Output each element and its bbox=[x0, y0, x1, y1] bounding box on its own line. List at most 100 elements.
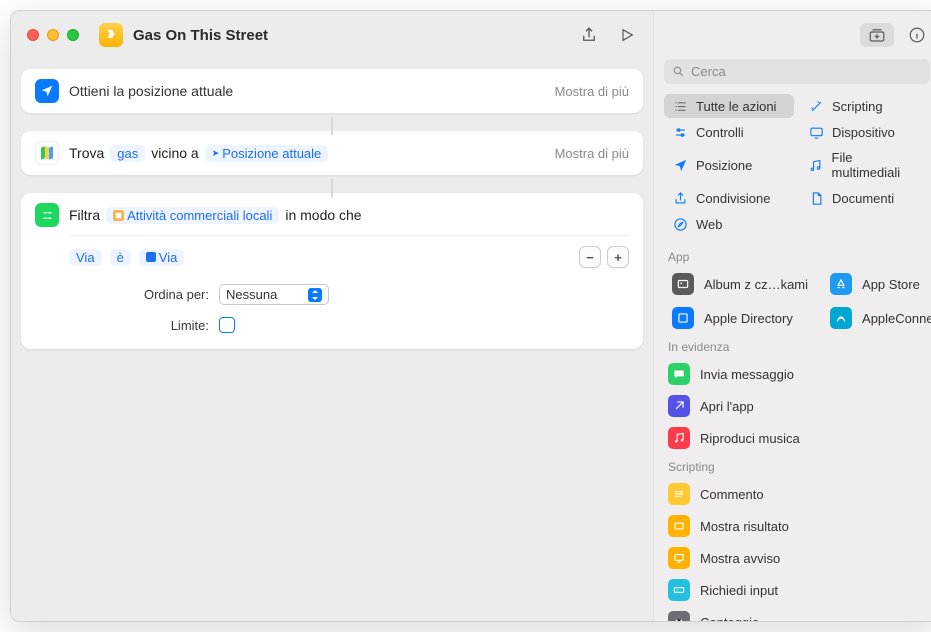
library-item[interactable]: Conteggio bbox=[660, 606, 931, 621]
share-button[interactable] bbox=[579, 25, 599, 45]
item-label: AppleConnect bbox=[862, 311, 931, 326]
location-icon bbox=[672, 157, 688, 173]
music-icon bbox=[808, 157, 824, 173]
filter-subject-token[interactable]: Attività commerciali locali bbox=[106, 207, 279, 224]
search-term-token[interactable]: gas bbox=[110, 145, 145, 162]
action-find-maps[interactable]: Trova gas vicino a Posizione attuale Mos… bbox=[21, 131, 643, 175]
near-label: vicino a bbox=[151, 145, 198, 161]
library-item[interactable]: Riproduci musica bbox=[660, 422, 931, 454]
library-item[interactable]: Richiedi input bbox=[660, 574, 931, 606]
section-header: In evidenza bbox=[654, 334, 931, 358]
doc-icon bbox=[808, 190, 824, 206]
location-arrow-icon bbox=[35, 79, 59, 103]
titlebar: Gas On This Street bbox=[11, 11, 653, 59]
window-title: Gas On This Street bbox=[133, 27, 268, 44]
item-label: Apri l'app bbox=[700, 399, 754, 414]
chevron-updown-icon bbox=[308, 288, 322, 302]
show-more-link[interactable]: Mostra di più bbox=[555, 84, 629, 99]
limit-checkbox[interactable] bbox=[219, 317, 235, 333]
search-field[interactable]: Cerca bbox=[664, 59, 930, 84]
category-label: Condivisione bbox=[696, 191, 770, 206]
item-label: Invia messaggio bbox=[700, 367, 794, 382]
category-dispositivo[interactable]: Dispositivo bbox=[800, 120, 930, 144]
rect2-icon bbox=[668, 547, 690, 569]
workflow-editor[interactable]: Ottieni la posizione attuale Mostra di p… bbox=[11, 59, 653, 621]
list-icon bbox=[672, 98, 688, 114]
category-tutte-le-azioni[interactable]: Tutte le azioni bbox=[664, 94, 794, 118]
library-item[interactable]: Album z cz…kami bbox=[664, 268, 816, 300]
library-item[interactable]: Apri l'app bbox=[660, 390, 931, 422]
category-controlli[interactable]: Controlli bbox=[664, 120, 794, 144]
main-panel: Gas On This Street Ottieni la posizione … bbox=[11, 11, 653, 621]
item-label: Mostra risultato bbox=[700, 519, 789, 534]
library-item[interactable]: App Store bbox=[822, 268, 931, 300]
close-window-button[interactable] bbox=[27, 29, 39, 41]
location-variable-token[interactable]: Posizione attuale bbox=[205, 145, 329, 162]
sort-value: Nessuna bbox=[226, 287, 277, 302]
zoom-window-button[interactable] bbox=[67, 29, 79, 41]
filter-suffix: in modo che bbox=[285, 207, 361, 223]
window-controls bbox=[27, 29, 79, 41]
filter-value-token[interactable]: Via bbox=[139, 249, 185, 266]
category-label: Scripting bbox=[832, 99, 883, 114]
library-item[interactable]: Commento bbox=[660, 478, 931, 510]
item-label: Mostra avviso bbox=[700, 551, 780, 566]
search-placeholder: Cerca bbox=[691, 64, 726, 79]
category-label: File multimediali bbox=[832, 150, 922, 180]
rect-icon bbox=[668, 515, 690, 537]
library-button[interactable] bbox=[860, 23, 894, 47]
category-file-multimediali[interactable]: File multimediali bbox=[800, 146, 930, 184]
remove-condition-button[interactable]: − bbox=[579, 246, 601, 268]
category-grid: Tutte le azioni Scripting ControlliDisposi… bbox=[654, 94, 931, 244]
connector bbox=[331, 117, 333, 135]
sort-row: Ordina per: Nessuna bbox=[69, 278, 629, 311]
app-window: Gas On This Street Ottieni la posizione … bbox=[10, 10, 931, 622]
limit-label: Limite: bbox=[69, 318, 209, 333]
show-more-link[interactable]: Mostra di più bbox=[555, 146, 629, 161]
wand-icon bbox=[808, 98, 824, 114]
action-filter[interactable]: Filtra Attività commerciali locali in mo… bbox=[21, 193, 643, 349]
filter-body: Via è Via − + Ordina per: Nessuna bbox=[35, 227, 629, 339]
item-label: Richiedi input bbox=[700, 583, 778, 598]
info-button[interactable] bbox=[908, 26, 926, 44]
category-posizione[interactable]: Posizione bbox=[664, 146, 794, 184]
appstore-icon bbox=[830, 273, 852, 295]
shortcut-icon bbox=[99, 23, 123, 47]
run-button[interactable] bbox=[617, 25, 637, 45]
action-get-location[interactable]: Ottieni la posizione attuale Mostra di p… bbox=[21, 69, 643, 113]
library-item[interactable]: Apple Directory bbox=[664, 302, 816, 334]
library-sidebar: Cerca Tutte le azioniScriptingControlliD… bbox=[653, 11, 931, 621]
safari-icon bbox=[672, 216, 688, 232]
sort-label: Ordina per: bbox=[69, 287, 209, 302]
library-sections: AppAlbum z cz…kamiApp StoreApple Directo… bbox=[654, 244, 931, 621]
filter-op-token[interactable]: è bbox=[110, 249, 131, 266]
filter-condition-row: Via è Via − + bbox=[69, 235, 629, 278]
maps-icon bbox=[35, 141, 59, 165]
connector bbox=[331, 179, 333, 197]
item-label: Album z cz…kami bbox=[704, 277, 808, 292]
sidebar-toolbar bbox=[654, 11, 931, 59]
find-prefix: Trova bbox=[69, 145, 104, 161]
library-item[interactable]: Invia messaggio bbox=[660, 358, 931, 390]
category-label: Documenti bbox=[832, 191, 894, 206]
sort-select[interactable]: Nessuna bbox=[219, 284, 329, 305]
filter-field-token[interactable]: Via bbox=[69, 249, 102, 266]
section-header: Scripting bbox=[654, 454, 931, 478]
sliders-icon bbox=[672, 124, 688, 140]
section-list: Album z cz…kami App StoreApple Directory A… bbox=[654, 268, 931, 334]
library-item[interactable]: Mostra risultato bbox=[660, 510, 931, 542]
action-title: Trova gas vicino a Posizione attuale bbox=[69, 145, 328, 162]
library-item[interactable]: Mostra avviso bbox=[660, 542, 931, 574]
search-icon bbox=[672, 65, 685, 78]
category-label: Tutte le azioni bbox=[696, 99, 776, 114]
category-documenti[interactable]: Documenti bbox=[800, 186, 930, 210]
action-title: Filtra Attività commerciali locali in mo… bbox=[69, 207, 362, 224]
add-condition-button[interactable]: + bbox=[607, 246, 629, 268]
category-condivisione[interactable]: Condivisione bbox=[664, 186, 794, 210]
library-item[interactable]: AppleConnect bbox=[822, 302, 931, 334]
category-label: Posizione bbox=[696, 158, 752, 173]
category-scripting[interactable]: Scripting bbox=[800, 94, 930, 118]
category-web[interactable]: Web bbox=[664, 212, 794, 236]
minimize-window-button[interactable] bbox=[47, 29, 59, 41]
lines-icon bbox=[668, 483, 690, 505]
